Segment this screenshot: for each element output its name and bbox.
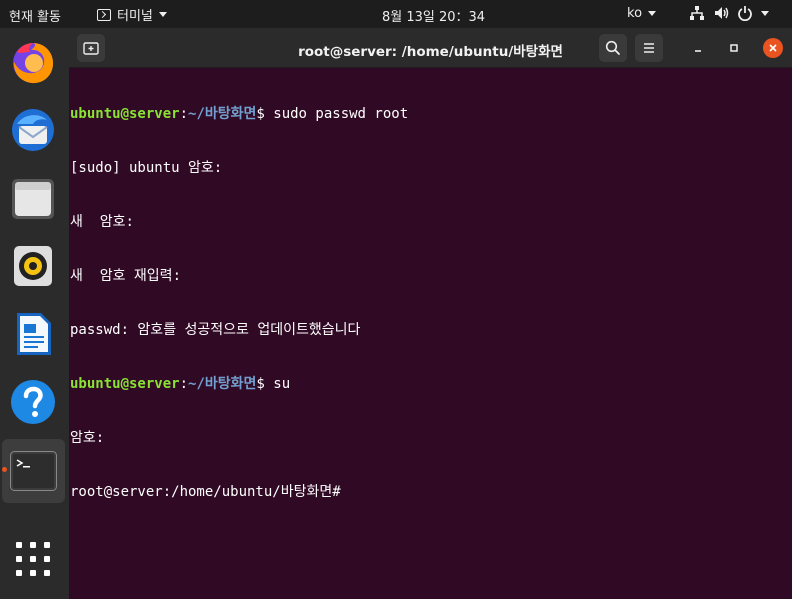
window-title: root@server: /home/ubuntu/바탕화면 <box>298 44 563 60</box>
close-button[interactable] <box>763 38 783 58</box>
terminal-line: 새 암호: <box>70 214 134 230</box>
command-text: $ sudo passwd root <box>256 106 409 122</box>
terminal-line: ubuntu@server:~/바탕화면$ sudo passwd root <box>70 105 790 123</box>
hamburger-icon <box>644 43 654 53</box>
maximize-button[interactable] <box>724 38 744 58</box>
terminal-icon <box>97 8 111 21</box>
search-icon <box>605 40 620 55</box>
running-indicator <box>2 467 7 472</box>
minimize-icon <box>695 50 701 52</box>
terminal-dock-item[interactable] <box>2 439 65 503</box>
power-icon <box>738 6 752 21</box>
terminal-line: ubuntu@server:~/바탕화면$ su <box>70 375 790 393</box>
maximize-icon <box>730 44 738 52</box>
prompt-separator: : <box>179 106 189 122</box>
firefox-icon[interactable] <box>9 38 57 86</box>
chevron-down-icon <box>648 11 657 16</box>
input-method-menu[interactable]: ko <box>627 6 657 21</box>
terminal-app-icon <box>10 451 57 491</box>
help-icon[interactable] <box>9 378 57 426</box>
system-tray[interactable] <box>689 5 769 21</box>
volume-icon <box>715 7 729 19</box>
chevron-down-icon <box>158 12 167 17</box>
rhythmbox-icon[interactable] <box>9 242 57 290</box>
prompt-path: ~/바탕화면 <box>188 376 257 392</box>
terminal-line: [sudo] ubuntu 암호: <box>70 160 223 176</box>
terminal-line: passwd: 암호를 성공적으로 업데이트했습니다 <box>70 322 361 338</box>
show-applications-icon[interactable] <box>14 540 54 580</box>
clock[interactable]: 8월 13일 20：34 <box>382 6 485 25</box>
files-icon[interactable] <box>9 174 57 222</box>
top-bar: 현재 활동 터미널 8월 13일 20：34 ko <box>0 0 792 28</box>
app-menu[interactable]: 터미널 <box>97 5 167 24</box>
prompt-user: ubuntu@server <box>70 376 180 392</box>
menu-button[interactable] <box>635 34 663 62</box>
minimize-button[interactable] <box>688 38 708 58</box>
prompt-user: ubuntu@server <box>70 106 180 122</box>
thunderbird-icon[interactable] <box>9 106 57 154</box>
network-icon <box>690 6 704 20</box>
app-menu-label: 터미널 <box>117 9 153 24</box>
search-button[interactable] <box>599 34 627 62</box>
prompt-separator: : <box>179 376 189 392</box>
terminal-output[interactable]: ubuntu@server:~/바탕화면$ sudo passwd root [… <box>70 69 790 599</box>
terminal-line: root@server:/home/ubuntu/바탕화면# <box>70 484 341 500</box>
command-text: $ su <box>256 376 291 392</box>
title-bar[interactable]: root@server: /home/ubuntu/바탕화면 <box>69 28 792 68</box>
chevron-down-icon <box>761 10 769 16</box>
prompt-path: ~/바탕화면 <box>188 106 257 122</box>
libreoffice-writer-icon[interactable] <box>9 310 57 358</box>
dock <box>0 28 69 599</box>
terminal-line: 암호: <box>70 430 105 446</box>
language-label: ko <box>627 6 643 21</box>
terminal-line: 새 암호 재입력: <box>70 268 181 284</box>
close-icon <box>769 44 777 52</box>
activities-button[interactable]: 현재 활동 <box>9 6 61 25</box>
terminal-window: root@server: /home/ubuntu/바탕화면 ubuntu@se… <box>69 28 792 599</box>
